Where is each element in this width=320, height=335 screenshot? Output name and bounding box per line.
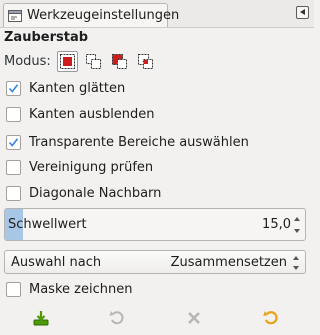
draw-mask-label: Maske zeichnen (29, 281, 133, 297)
antialiasing-label: Kanten glätten (29, 80, 126, 96)
reset-options-icon (263, 311, 278, 325)
save-options-button[interactable] (29, 307, 53, 329)
tool-options-icon (7, 8, 23, 24)
feather-edges-checkbox[interactable] (6, 106, 21, 122)
threshold-spin-arrows[interactable] (294, 215, 302, 235)
antialiasing-option[interactable]: Kanten glätten (6, 78, 125, 98)
replace-selection-icon (59, 53, 75, 69)
sample-merged-checkbox[interactable] (6, 159, 21, 175)
restore-options-button[interactable] (105, 307, 129, 329)
diagonal-neighbors-option[interactable]: Diagonale Nachbarn (6, 183, 161, 203)
feather-edges-option[interactable]: Kanten ausblenden (6, 104, 155, 124)
mode-intersect-button[interactable] (135, 51, 156, 72)
mode-label: Modus: (4, 53, 51, 69)
save-options-icon (33, 311, 49, 326)
select-transparent-checkbox[interactable] (6, 134, 21, 150)
restore-options-icon (109, 311, 124, 325)
sample-merged-label: Vereinigung prüfen (29, 159, 154, 175)
tool-options-panel: Zauberstab Modus: Kanten glätten Kanten … (0, 28, 314, 335)
diagonal-neighbors-label: Diagonale Nachbarn (29, 185, 162, 201)
mode-subtract-button[interactable] (109, 51, 130, 72)
select-transparent-label: Transparente Bereiche auswählen (29, 134, 249, 150)
tool-options-footer (0, 304, 314, 332)
select-by-value: Zusammensetzen (170, 255, 287, 270)
intersect-selection-icon (137, 53, 153, 69)
select-by-arrows[interactable] (293, 256, 301, 270)
delete-options-button[interactable] (182, 307, 206, 329)
antialiasing-checkbox[interactable] (6, 80, 21, 96)
checkmark-icon (8, 83, 19, 93)
mode-replace-button[interactable] (56, 50, 78, 72)
tab-label: Werkzeugeinstellungen (27, 8, 180, 23)
diagonal-neighbors-checkbox[interactable] (6, 185, 21, 201)
checkmark-icon (8, 137, 19, 147)
mode-row: Modus: (4, 50, 161, 72)
threshold-label: Schwellwert (8, 217, 87, 232)
select-by-label: Auswahl nach (11, 255, 102, 270)
draw-mask-checkbox[interactable] (6, 281, 21, 297)
add-selection-icon (85, 53, 101, 69)
tab-menu-button[interactable] (296, 6, 309, 19)
select-transparent-option[interactable]: Transparente Bereiche auswählen (6, 132, 249, 152)
tool-title: Zauberstab (4, 30, 89, 45)
dock-tab-bar: Werkzeugeinstellungen (0, 0, 314, 28)
select-by-combo[interactable]: Auswahl nach Zusammensetzen (4, 250, 306, 274)
reset-options-button[interactable] (259, 307, 283, 329)
threshold-spin-scale[interactable]: Schwellwert 15,0 (4, 208, 306, 241)
mode-add-button[interactable] (83, 51, 104, 72)
draw-mask-option[interactable]: Maske zeichnen (6, 279, 132, 299)
threshold-value[interactable]: 15,0 (262, 217, 291, 232)
sample-merged-option[interactable]: Vereinigung prüfen (6, 157, 153, 177)
tool-options-tab[interactable]: Werkzeugeinstellungen (3, 3, 179, 27)
delete-options-icon (188, 312, 200, 324)
subtract-selection-icon (111, 53, 127, 69)
feather-edges-label: Kanten ausblenden (29, 106, 155, 122)
